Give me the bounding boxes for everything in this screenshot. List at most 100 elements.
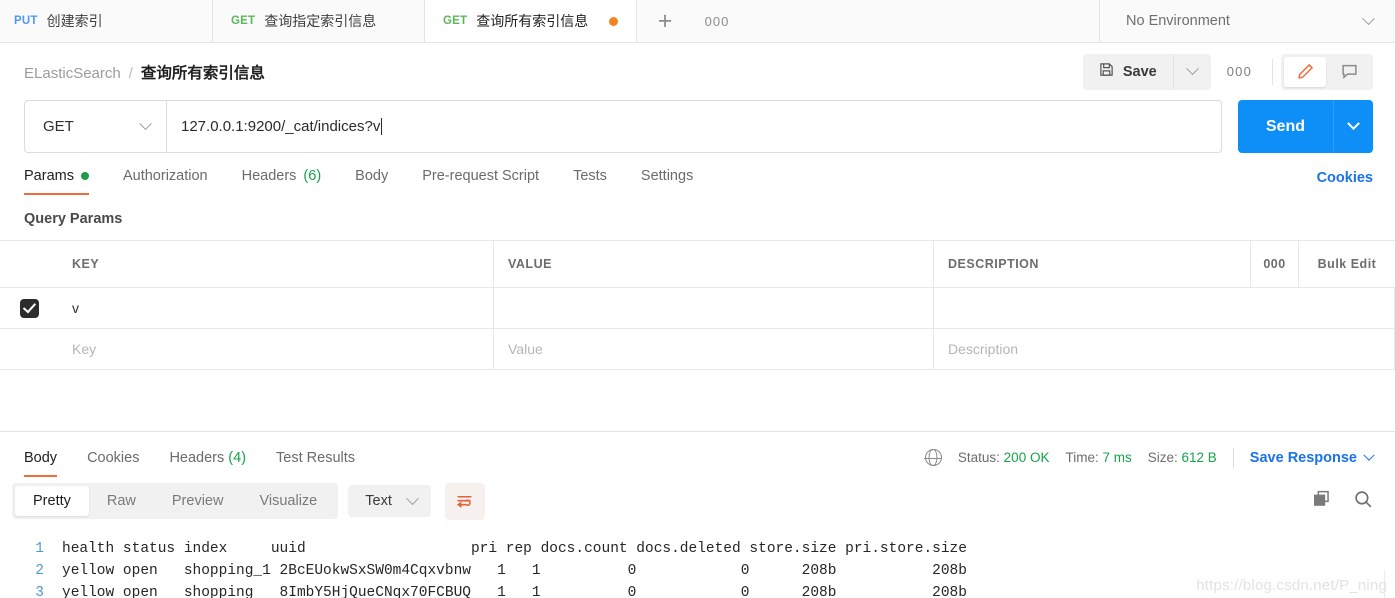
save-button[interactable]: Save bbox=[1082, 53, 1173, 90]
page-title: 查询所有索引信息 bbox=[140, 64, 265, 82]
edit-pencil-button[interactable] bbox=[1284, 56, 1326, 87]
request-tab-3-active[interactable]: GET 查询所有索引信息 bbox=[425, 0, 637, 42]
new-tab-button[interactable]: + bbox=[637, 0, 693, 42]
response-tab-headers-count: (4) bbox=[228, 449, 247, 466]
response-tab-headers-label: Headers bbox=[169, 449, 225, 466]
environment-selector[interactable]: No Environment bbox=[1100, 0, 1395, 42]
copy-icon[interactable] bbox=[1312, 489, 1331, 513]
table-row: v bbox=[0, 288, 1395, 329]
tab-tests[interactable]: Tests bbox=[573, 168, 607, 195]
new-key-input[interactable]: Key bbox=[58, 329, 494, 369]
size-metric: Size: 612 B bbox=[1148, 450, 1217, 465]
tab-params[interactable]: Params bbox=[24, 168, 89, 195]
view-mode-pretty[interactable]: Pretty bbox=[15, 486, 89, 516]
view-toggle-group bbox=[1281, 53, 1373, 90]
size-label: Size: bbox=[1147, 450, 1178, 465]
tab-pre-request-script[interactable]: Pre-request Script bbox=[422, 168, 539, 195]
tab-overflow-menu-icon[interactable]: 000 bbox=[693, 0, 741, 42]
http-method-selector[interactable]: GET bbox=[24, 100, 166, 153]
time-metric: Time: 7 ms bbox=[1065, 450, 1131, 465]
request-tab-strip: PUT 创建索引 GET 查询指定索引信息 GET 查询所有索引信息 + 000… bbox=[0, 0, 1395, 43]
response-tab-body[interactable]: Body bbox=[24, 450, 58, 477]
row-checkbox-cell bbox=[0, 288, 58, 328]
view-mode-visualize[interactable]: Visualize bbox=[241, 486, 335, 516]
response-tab-cookies[interactable]: Cookies bbox=[87, 450, 139, 477]
url-bar-row: GET 127.0.0.1:9200/_cat/indices?v Send bbox=[0, 100, 1395, 153]
bulk-edit-button[interactable]: Bulk Edit bbox=[1299, 241, 1395, 287]
tab-params-label: Params bbox=[24, 168, 74, 184]
code-line: 2 yellow open shopping_1 2BcEUokwSxSW0m4… bbox=[0, 560, 1395, 582]
save-options-button[interactable] bbox=[1172, 53, 1211, 90]
row-checkbox-cell-empty bbox=[0, 329, 58, 369]
breadcrumb-actions: Save 000 bbox=[1082, 53, 1373, 90]
table-header-row: KEY VALUE DESCRIPTION 000 Bulk Edit bbox=[0, 241, 1395, 288]
view-mode-preview[interactable]: Preview bbox=[154, 486, 242, 516]
tab-tests-label: Tests bbox=[573, 168, 607, 184]
table-row-empty: Key Value Description bbox=[0, 329, 1395, 370]
save-response-label: Save Response bbox=[1249, 449, 1357, 466]
request-more-actions-icon[interactable]: 000 bbox=[1211, 64, 1268, 79]
line-number: 3 bbox=[35, 584, 44, 598]
url-input[interactable]: 127.0.0.1:9200/_cat/indices?v bbox=[166, 100, 1222, 153]
header-checkbox-cell bbox=[0, 241, 58, 287]
response-section-tabs: Body Cookies Headers (4) Test Results St… bbox=[0, 432, 1395, 477]
time-value: 7 ms bbox=[1102, 450, 1132, 465]
chevron-down-icon bbox=[1363, 449, 1375, 461]
response-meta: Status: 200 OK Time: 7 ms Size: 612 B Sa… bbox=[924, 447, 1375, 477]
environment-label: No Environment bbox=[1126, 13, 1230, 29]
tab-title: 查询指定索引信息 bbox=[264, 13, 377, 29]
row-value-input[interactable] bbox=[494, 288, 934, 328]
tab-method-label: PUT bbox=[14, 15, 38, 27]
breadcrumb: ELasticSearch / 查询所有索引信息 bbox=[24, 61, 265, 83]
size-value: 612 B bbox=[1181, 450, 1217, 465]
response-actions bbox=[1312, 489, 1373, 514]
new-description-input[interactable]: Description bbox=[934, 329, 1395, 369]
search-icon[interactable] bbox=[1353, 489, 1373, 514]
comment-button[interactable] bbox=[1328, 57, 1370, 87]
cookies-link[interactable]: Cookies bbox=[1317, 170, 1373, 195]
code-line: 1 health status index uuid pri rep docs.… bbox=[0, 538, 1395, 560]
save-response-button[interactable]: Save Response bbox=[1249, 449, 1375, 466]
breadcrumb-collection[interactable]: ELasticSearch bbox=[24, 65, 121, 82]
tab-method-label: GET bbox=[231, 15, 256, 27]
tab-strip-filler bbox=[741, 0, 1100, 42]
row-key-input[interactable]: v bbox=[58, 288, 494, 328]
watermark: https://blog.csdn.net/P_ning bbox=[1196, 577, 1387, 594]
breadcrumb-separator: / bbox=[128, 64, 133, 82]
send-options-button[interactable] bbox=[1333, 100, 1373, 153]
request-tab-1[interactable]: PUT 创建索引 bbox=[0, 0, 213, 42]
response-tab-headers[interactable]: Headers (4) bbox=[169, 450, 246, 477]
save-button-group: Save bbox=[1082, 53, 1211, 90]
response-tab-test-results[interactable]: Test Results bbox=[276, 450, 355, 477]
word-wrap-button[interactable] bbox=[444, 482, 485, 520]
row-description-input[interactable] bbox=[934, 288, 1395, 328]
response-format-label: Text bbox=[365, 493, 392, 509]
save-button-label: Save bbox=[1122, 63, 1157, 80]
tab-settings[interactable]: Settings bbox=[641, 168, 693, 195]
floppy-disk-icon bbox=[1099, 62, 1114, 81]
response-body-viewer[interactable]: 1 health status index uuid pri rep docs.… bbox=[0, 530, 1395, 598]
status-value: 200 OK bbox=[1003, 450, 1050, 465]
send-button[interactable]: Send bbox=[1237, 100, 1333, 153]
header-key: KEY bbox=[58, 241, 494, 287]
tab-method-label: GET bbox=[443, 15, 468, 27]
url-input-value: 127.0.0.1:9200/_cat/indices?v bbox=[181, 118, 381, 135]
tab-headers-label: Headers bbox=[241, 168, 297, 184]
tab-authorization[interactable]: Authorization bbox=[123, 168, 208, 195]
tab-body[interactable]: Body bbox=[355, 168, 388, 195]
tab-headers[interactable]: Headers (6) bbox=[242, 168, 322, 195]
text-cursor bbox=[381, 118, 383, 135]
response-format-selector[interactable]: Text bbox=[348, 485, 431, 517]
header-description: DESCRIPTION bbox=[934, 241, 1251, 287]
params-more-actions-icon[interactable]: 000 bbox=[1251, 241, 1299, 287]
new-value-input[interactable]: Value bbox=[494, 329, 934, 369]
unsaved-changes-dot-icon bbox=[609, 16, 618, 26]
chevron-down-icon bbox=[1347, 117, 1360, 131]
view-mode-raw[interactable]: Raw bbox=[89, 486, 154, 516]
param-enabled-checkbox[interactable] bbox=[19, 298, 39, 318]
line-number: 2 bbox=[35, 562, 44, 579]
query-params-title: Query Params bbox=[24, 211, 123, 227]
tab-pre-request-script-label: Pre-request Script bbox=[422, 168, 540, 184]
request-tab-2[interactable]: GET 查询指定索引信息 bbox=[213, 0, 425, 42]
send-button-group: Send bbox=[1237, 100, 1373, 153]
